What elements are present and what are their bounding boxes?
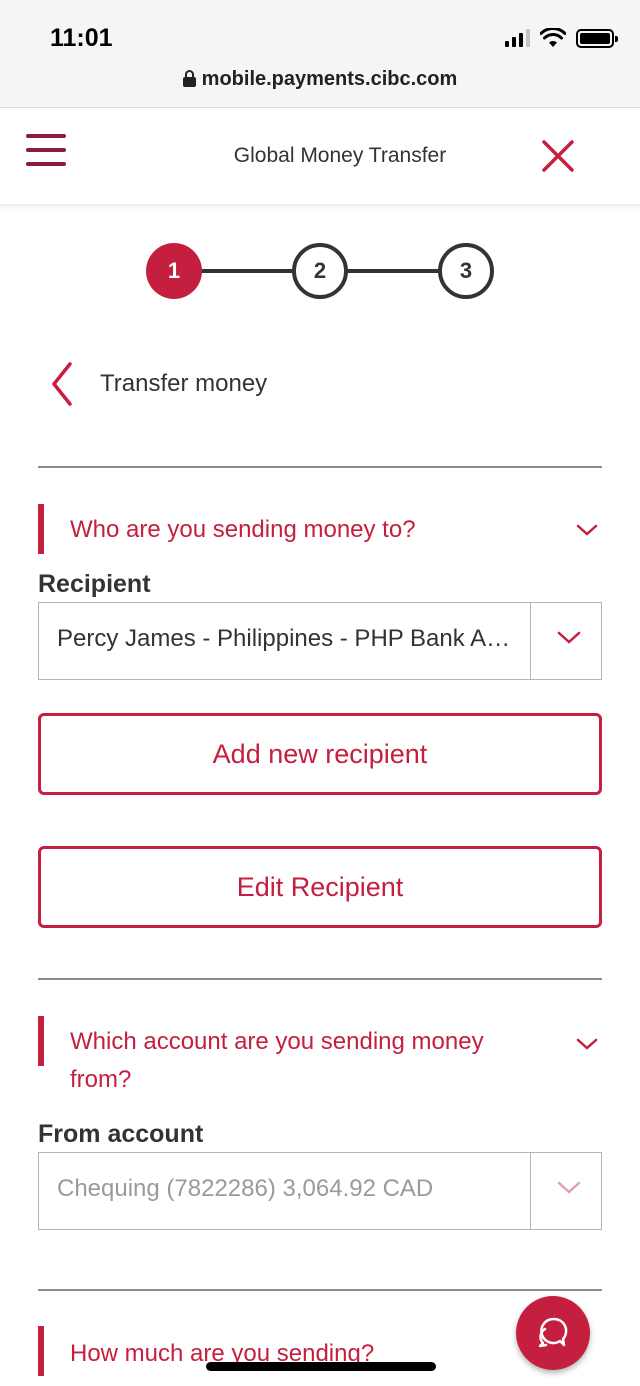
back-link[interactable]: Transfer money (100, 370, 267, 398)
status-time: 11:01 (50, 24, 113, 52)
chat-bubble-icon (538, 1317, 568, 1348)
close-icon[interactable] (540, 138, 576, 174)
recipient-section-header[interactable]: Who are you sending money to? (38, 504, 602, 554)
url-text: mobile.payments.cibc.com (201, 68, 458, 90)
stepper-connector (196, 269, 296, 273)
step-1: 1 (146, 243, 202, 299)
lock-icon (182, 70, 196, 87)
status-icons (505, 28, 618, 48)
from-account-select[interactable]: Chequing (7822286) 3,064.92 CAD (38, 1152, 602, 1230)
divider (38, 1289, 602, 1291)
chevron-down-icon (557, 1181, 581, 1194)
divider (38, 466, 602, 468)
chevron-down-icon (576, 1038, 598, 1050)
recipient-label: Recipient (38, 570, 151, 598)
battery-icon (576, 28, 618, 48)
chevron-down-icon (557, 631, 581, 644)
step-3: 3 (438, 243, 494, 299)
chat-button[interactable] (516, 1296, 590, 1370)
from-account-selected-value: Chequing (7822286) 3,064.92 CAD (57, 1175, 434, 1202)
address-bar[interactable]: mobile.payments.cibc.com (0, 68, 640, 91)
account-section-heading-line2: from? (70, 1066, 132, 1093)
wifi-icon (540, 28, 566, 47)
edit-recipient-button[interactable]: Edit Recipient (38, 846, 602, 928)
account-section-heading-line1: Which account are you sending money (70, 1028, 484, 1055)
cellular-signal-icon (505, 29, 530, 47)
progress-stepper: 1 2 3 (146, 243, 496, 299)
account-section-header[interactable]: Which account are you sending money from… (38, 1016, 602, 1093)
status-bar: 11:01 mobile.payments.cibc.com (0, 0, 640, 108)
home-indicator (206, 1362, 436, 1371)
chevron-down-icon (576, 524, 598, 536)
step-2: 2 (292, 243, 348, 299)
from-account-label: From account (38, 1120, 204, 1148)
divider (38, 978, 602, 980)
recipient-select[interactable]: Percy James - Philippines - PHP Bank Ac.… (38, 602, 602, 680)
recipient-selected-value: Percy James - Philippines - PHP Bank Ac.… (57, 625, 517, 652)
back-chevron-icon[interactable] (48, 362, 76, 406)
add-new-recipient-button[interactable]: Add new recipient (38, 713, 602, 795)
stepper-connector (342, 269, 442, 273)
recipient-section-heading: Who are you sending money to? (70, 516, 416, 543)
